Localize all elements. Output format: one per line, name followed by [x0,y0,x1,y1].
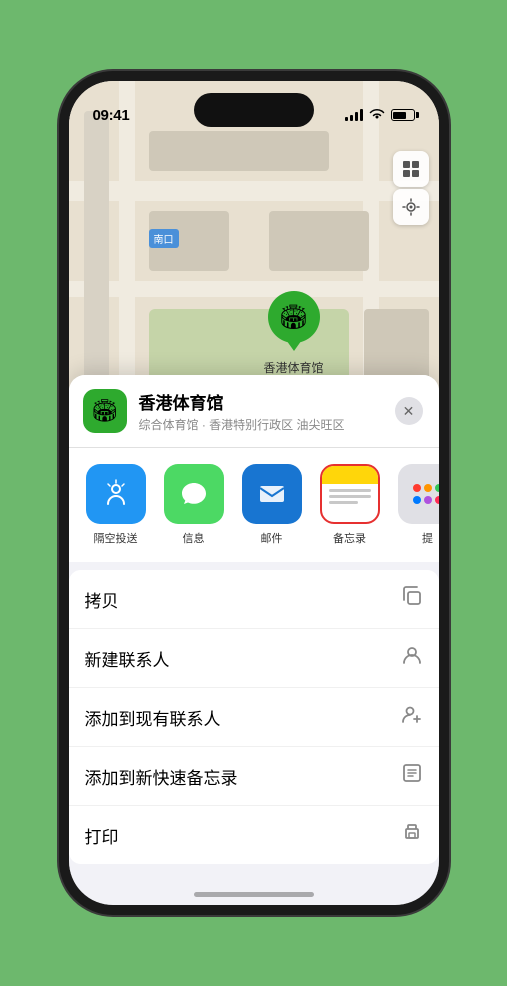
new-contact-icon [401,644,423,672]
more-label: 提 [422,530,433,546]
pin-label: 香港体育馆 [264,359,324,376]
share-row: 隔空投送 信息 邮件 [69,448,439,570]
add-existing-label: 添加到现有联系人 [85,705,221,730]
dynamic-island [194,93,314,127]
share-item-mail[interactable]: 邮件 [237,464,307,546]
print-label: 打印 [85,823,119,848]
venue-name: 香港体育馆 [139,389,383,414]
venue-info: 香港体育馆 综合体育馆 · 香港特别行政区 油尖旺区 [139,389,383,433]
share-item-notes[interactable]: 备忘录 [315,464,385,546]
add-notes-label: 添加到新快速备忘录 [85,764,238,789]
location-pin: 🏟 香港体育馆 [264,291,324,376]
venue-icon: 🏟 [83,389,127,433]
share-item-airdrop[interactable]: 隔空投送 [81,464,151,546]
action-print[interactable]: 打印 [69,806,439,864]
status-time: 09:41 [93,107,130,124]
action-copy-label: 拷贝 [85,587,119,612]
battery-icon [391,109,415,121]
phone-frame: 09:41 [59,71,449,915]
new-contact-label: 新建联系人 [85,646,170,671]
airdrop-icon [86,464,146,524]
add-existing-icon [401,703,423,731]
home-indicator [194,892,314,897]
bottom-sheet: 🏟 香港体育馆 综合体育馆 · 香港特别行政区 油尖旺区 ✕ 隔空投送 [69,375,439,905]
wifi-icon [369,108,385,123]
notes-label: 备忘录 [333,530,366,546]
share-item-message[interactable]: 信息 [159,464,229,546]
mail-label: 邮件 [261,530,283,546]
signal-icon [345,109,363,121]
copy-icon [401,585,423,613]
map-view-button[interactable] [393,151,429,187]
action-new-contact[interactable]: 新建联系人 [69,629,439,688]
map-controls [393,151,429,225]
venue-header: 🏟 香港体育馆 综合体育馆 · 香港特别行政区 油尖旺区 ✕ [69,375,439,448]
action-add-notes[interactable]: 添加到新快速备忘录 [69,747,439,806]
add-notes-icon [401,762,423,790]
location-button[interactable] [393,189,429,225]
airdrop-label: 隔空投送 [94,530,138,546]
action-list: 拷贝 新建联系人 [69,570,439,864]
more-icon [398,464,439,524]
status-icons [345,108,415,123]
mail-icon [242,464,302,524]
print-icon [401,821,423,849]
map-label: 南口 [149,229,179,248]
venue-subtitle: 综合体育馆 · 香港特别行政区 油尖旺区 [139,416,383,433]
action-add-existing[interactable]: 添加到现有联系人 [69,688,439,747]
notes-icon [320,464,380,524]
action-copy[interactable]: 拷贝 [69,570,439,629]
close-button[interactable]: ✕ [395,397,423,425]
message-label: 信息 [183,530,205,546]
message-icon [164,464,224,524]
share-item-more[interactable]: 提 [393,464,439,546]
